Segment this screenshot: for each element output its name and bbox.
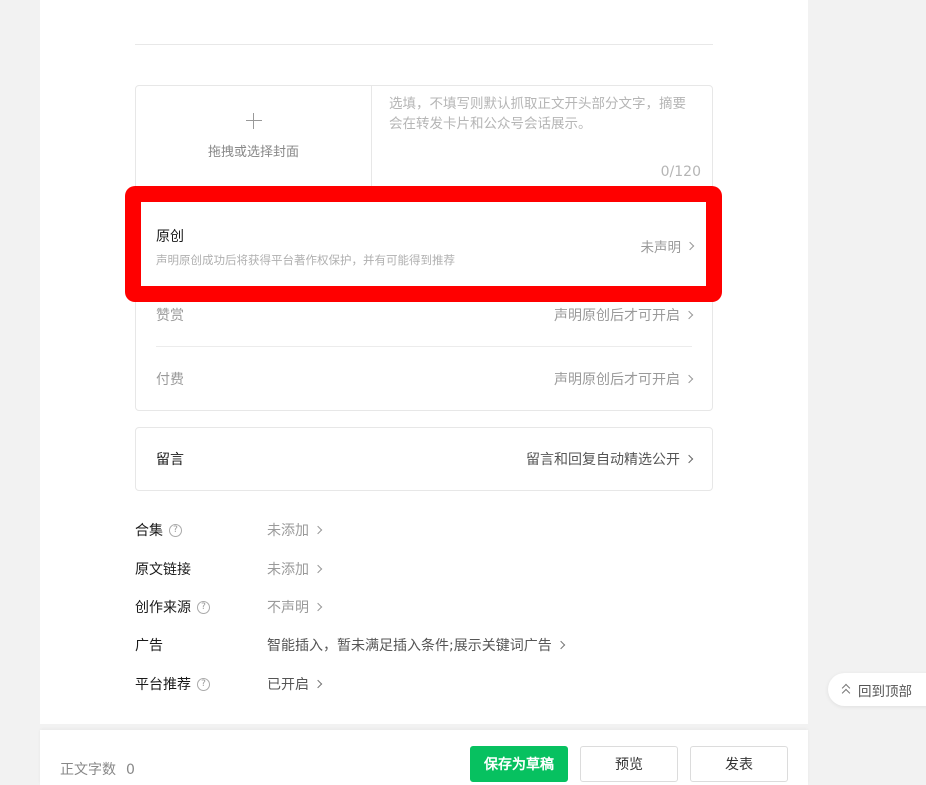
cover-upload-area[interactable]: 拖拽或选择封面 bbox=[136, 86, 372, 186]
original-status[interactable]: 未声明 bbox=[640, 236, 695, 256]
comment-status: 留言和回复自动精选公开 bbox=[526, 449, 694, 469]
chevron-right-icon bbox=[313, 679, 323, 689]
preview-button[interactable]: 预览 bbox=[580, 746, 678, 782]
back-to-top-label: 回到顶部 bbox=[858, 683, 912, 700]
top-divider bbox=[135, 44, 713, 45]
paid-status: 声明原创后才可开启 bbox=[554, 369, 694, 389]
chevron-right-icon bbox=[313, 602, 323, 612]
summary-char-count: 0/120 bbox=[660, 164, 701, 180]
reward-title: 赞赏 bbox=[156, 308, 184, 324]
collection-label: 合集 ? bbox=[135, 520, 267, 540]
reward-status: 声明原创后才可开启 bbox=[554, 305, 694, 325]
original-setting-highlight[interactable]: 原创 声明原创成功后将获得平台著作权保护，并有可能得到推荐 未声明 bbox=[125, 186, 722, 302]
comment-title: 留言 bbox=[156, 452, 184, 468]
chevron-right-icon bbox=[313, 564, 323, 574]
source-link-label-text: 原文链接 bbox=[135, 562, 191, 578]
help-circle-icon[interactable]: ? bbox=[169, 523, 182, 537]
help-circle-icon[interactable]: ? bbox=[197, 600, 210, 614]
ads-value-text: 智能插入，暂未满足插入条件;展示关键词广告 bbox=[267, 638, 552, 654]
plus-icon bbox=[245, 112, 262, 129]
platform-recommend-value[interactable]: 已开启 bbox=[267, 674, 323, 694]
original-description: 声明原创成功后将获得平台著作权保护，并有可能得到推荐 bbox=[156, 253, 455, 267]
chevron-right-icon bbox=[313, 525, 323, 535]
chevron-right-icon bbox=[684, 310, 694, 320]
word-count-label: 正文字数 bbox=[60, 762, 116, 778]
back-to-top-button[interactable]: 回到顶部 bbox=[828, 673, 926, 706]
creation-source-value[interactable]: 不声明 bbox=[267, 597, 323, 617]
paid-status-text: 声明原创后才可开启 bbox=[554, 372, 680, 388]
chevron-right-icon bbox=[556, 640, 565, 650]
creation-source-label-text: 创作来源 bbox=[135, 600, 191, 616]
ads-row: 广告 智能插入，暂未满足插入条件;展示关键词广告 bbox=[135, 635, 565, 655]
word-count-value: 0 bbox=[126, 762, 135, 778]
ads-value[interactable]: 智能插入，暂未满足插入条件;展示关键词广告 bbox=[267, 635, 565, 655]
save-draft-button[interactable]: 保存为草稿 bbox=[470, 746, 568, 782]
reward-setting-row[interactable]: 赞赏 声明原创后才可开启 bbox=[156, 302, 694, 328]
source-link-value-text: 未添加 bbox=[267, 562, 309, 578]
chevron-right-icon bbox=[685, 241, 695, 251]
paid-setting-row[interactable]: 付费 声明原创后才可开启 bbox=[156, 366, 694, 392]
summary-placeholder: 选填，不填写则默认抓取正文开头部分文字，摘要会在转发卡片和公众号会话展示。 bbox=[389, 96, 686, 132]
original-status-text: 未声明 bbox=[640, 240, 682, 256]
creation-source-row: 创作来源 ? 不声明 bbox=[135, 597, 323, 617]
comment-setting-row[interactable]: 留言 留言和回复自动精选公开 bbox=[135, 427, 713, 491]
creation-source-label: 创作来源 ? bbox=[135, 597, 267, 617]
source-link-row: 原文链接 未添加 bbox=[135, 559, 323, 579]
platform-recommend-value-text: 已开启 bbox=[267, 677, 309, 693]
paid-title: 付费 bbox=[156, 372, 184, 388]
reward-status-text: 声明原创后才可开启 bbox=[554, 308, 680, 324]
cover-upload-label: 拖拽或选择封面 bbox=[207, 144, 299, 160]
platform-recommend-label-text: 平台推荐 bbox=[135, 677, 191, 693]
publish-button[interactable]: 发表 bbox=[690, 746, 788, 782]
platform-recommend-row: 平台推荐 ? 已开启 bbox=[135, 674, 323, 694]
creation-source-value-text: 不声明 bbox=[267, 600, 309, 616]
collection-row: 合集 ? 未添加 bbox=[135, 520, 323, 540]
chevron-right-icon bbox=[684, 374, 694, 384]
help-circle-icon[interactable]: ? bbox=[197, 677, 210, 691]
platform-recommend-label: 平台推荐 ? bbox=[135, 674, 267, 694]
original-title: 原创 bbox=[156, 229, 184, 245]
bottom-action-bar: 正文字数 0 保存为草稿 预览 发表 bbox=[40, 730, 808, 785]
collection-label-text: 合集 bbox=[135, 523, 163, 539]
original-setting-row: 原创 声明原创成功后将获得平台著作权保护，并有可能得到推荐 bbox=[156, 226, 691, 268]
word-count: 正文字数 0 bbox=[60, 759, 135, 779]
ads-label-text: 广告 bbox=[135, 638, 163, 654]
source-link-value[interactable]: 未添加 bbox=[267, 559, 323, 579]
summary-textarea[interactable]: 选填，不填写则默认抓取正文开头部分文字，摘要会在转发卡片和公众号会话展示。 0/… bbox=[373, 86, 713, 186]
chevron-right-icon bbox=[684, 454, 694, 464]
collection-value[interactable]: 未添加 bbox=[267, 520, 323, 540]
collection-value-text: 未添加 bbox=[267, 523, 309, 539]
row-divider bbox=[156, 346, 692, 347]
double-chevron-up-icon bbox=[841, 683, 851, 697]
ads-label: 广告 bbox=[135, 635, 267, 655]
comment-status-text: 留言和回复自动精选公开 bbox=[526, 452, 680, 468]
source-link-label: 原文链接 bbox=[135, 559, 267, 579]
